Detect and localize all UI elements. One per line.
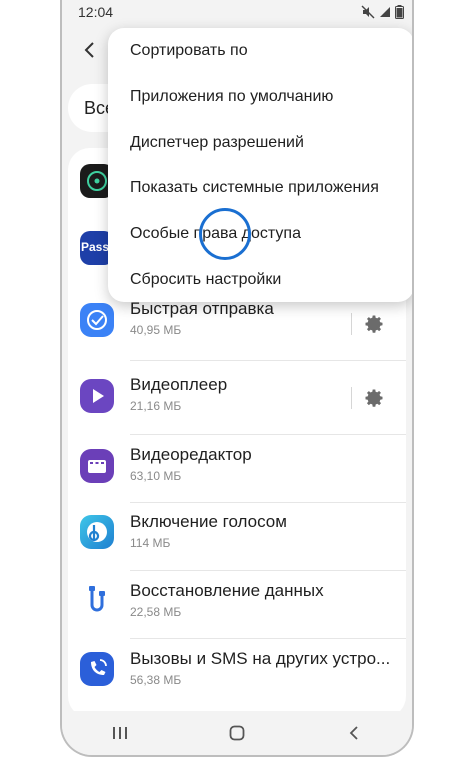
app-settings-button[interactable]	[360, 310, 388, 338]
back-icon	[349, 726, 358, 740]
menu-item-default-apps[interactable]: Приложения по умолчанию	[130, 88, 333, 106]
app-settings-button[interactable]	[360, 384, 388, 412]
recent-apps-icon	[113, 727, 128, 739]
menu-item-reset-settings[interactable]: Сбросить настройки	[130, 271, 281, 289]
status-icons	[361, 5, 404, 19]
video-editor-icon	[80, 449, 114, 483]
list-item-voice-wakeup[interactable]: Включение голосом 114 МБ	[68, 503, 406, 569]
mute-icon	[361, 5, 375, 19]
app-name: Видеоплеер	[130, 375, 228, 394]
app-size: 40,95 МБ	[130, 323, 182, 337]
gear-icon	[365, 389, 383, 407]
app-name: Включение голосом	[130, 512, 287, 531]
app-name: Видеоредактор	[130, 445, 252, 464]
app-name: Быстрая отправка	[130, 299, 274, 318]
list-item-data-restore[interactable]: Восстановление данных 22,58 МБ	[68, 571, 406, 637]
app-name: Вызовы и SMS на других устро...	[130, 649, 391, 668]
menu-item-sort[interactable]: Сортировать по	[130, 42, 248, 60]
app-size: 63,10 МБ	[130, 469, 182, 483]
video-player-icon	[80, 379, 114, 413]
recent-apps-button[interactable]	[100, 718, 140, 748]
voice-wakeup-icon	[80, 515, 114, 549]
home-button[interactable]	[217, 718, 257, 748]
back-button[interactable]	[76, 36, 104, 64]
divider	[351, 313, 352, 335]
app-size: 22,58 МБ	[130, 605, 182, 619]
menu-item-permission-manager[interactable]: Диспетчер разрешений	[130, 134, 304, 152]
back-nav-button[interactable]	[334, 718, 374, 748]
gear-icon	[365, 315, 383, 333]
list-item-video-editor[interactable]: Видеоредактор 63,10 МБ	[68, 435, 406, 501]
status-time: 12:04	[78, 4, 114, 20]
app-size: 21,16 МБ	[130, 399, 182, 413]
calls-sms-icon	[80, 652, 114, 686]
app-size: 56,38 МБ	[130, 673, 182, 687]
navigation-bar	[62, 711, 412, 755]
menu-item-show-system-apps[interactable]: Показать системные приложения	[130, 179, 379, 197]
chevron-left-icon	[84, 42, 94, 58]
list-item-video-player[interactable]: Видеоплеер 21,16 МБ	[68, 361, 406, 433]
list-item-calls-sms[interactable]: Вызовы и SMS на других устро... 56,38 МБ	[68, 639, 406, 705]
status-bar: 12:04	[62, 0, 412, 24]
battery-icon	[395, 5, 404, 19]
data-restore-icon	[80, 583, 114, 617]
menu-item-special-access[interactable]: Особые права доступа	[130, 225, 301, 243]
home-icon	[229, 725, 245, 741]
divider	[351, 387, 352, 409]
quick-share-icon	[80, 303, 114, 337]
samsung-pass-label: Pass	[81, 240, 110, 254]
signal-icon	[380, 7, 390, 17]
app-size: 114 МБ	[130, 536, 171, 550]
app-name: Восстановление данных	[130, 581, 324, 600]
phone-frame: 12:04 Все Pass Быстрая отправка 40,95 МБ…	[60, 0, 414, 757]
overflow-menu: Сортировать по Приложения по умолчанию Д…	[108, 28, 412, 302]
